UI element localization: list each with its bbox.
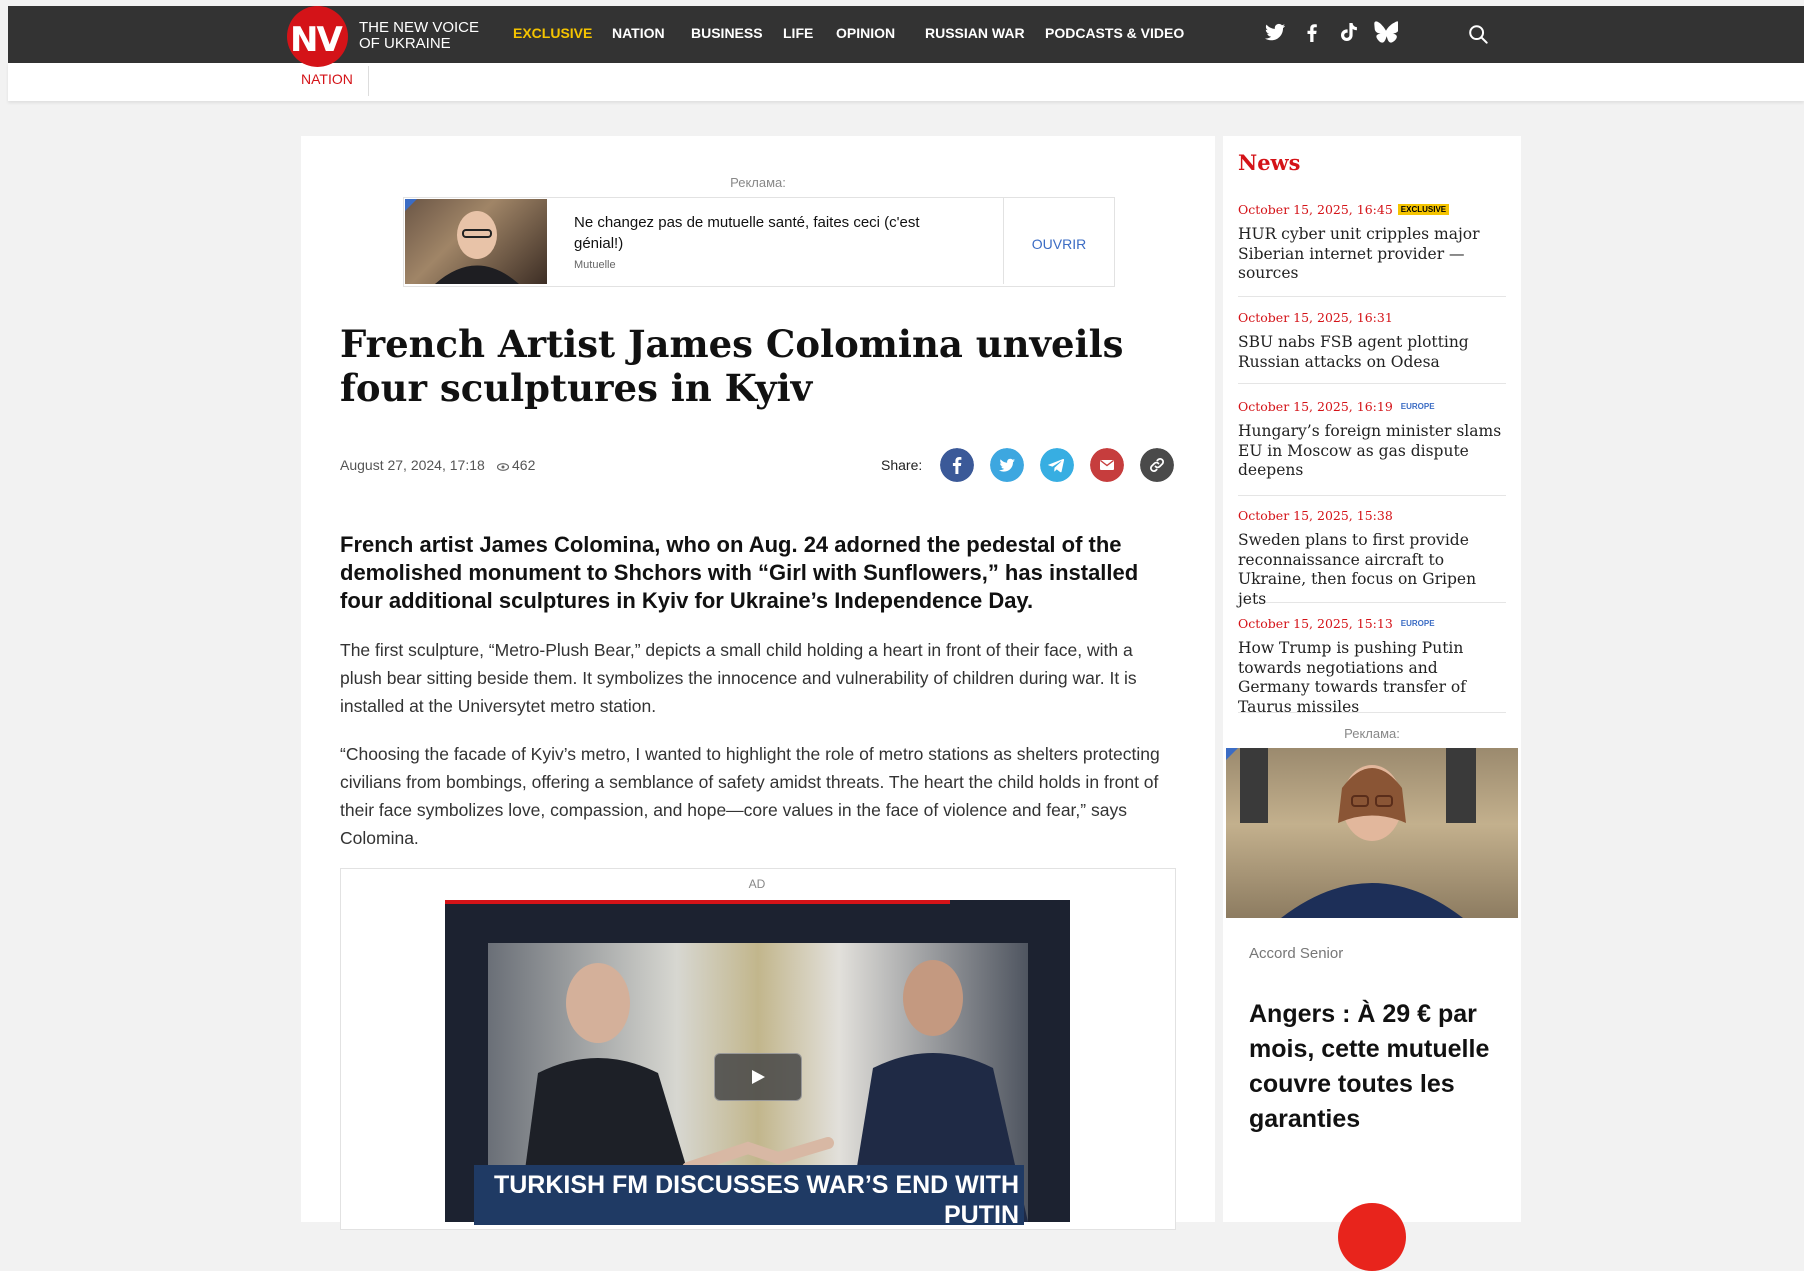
ad-divider: [1003, 198, 1004, 284]
facebook-icon[interactable]: [1300, 20, 1324, 44]
share-twitter-button[interactable]: [990, 448, 1024, 482]
eye-icon: [497, 463, 509, 471]
article-lead: French artist James Colomina, who on Aug…: [340, 532, 1139, 613]
news-time: October 15, 2025, 15:13: [1238, 616, 1393, 631]
top-navigation-bar: [8, 6, 1804, 63]
sidebar-ad-title[interactable]: Angers : À 29 € par mois, cette mutuelle…: [1249, 997, 1504, 1137]
article-date: August 27, 2024, 17:18: [340, 457, 485, 473]
share-email-button[interactable]: [1090, 448, 1124, 482]
view-count: 462: [512, 457, 536, 473]
article-paragraph-2: “Choosing the facade of Kyiv’s metro, I …: [340, 744, 1160, 848]
video-caption: TURKISH FM DISCUSSES WAR’S END WITH PUTI…: [493, 1171, 1019, 1229]
nav-nation[interactable]: NATION: [612, 25, 665, 41]
play-icon[interactable]: [715, 1054, 801, 1100]
sidebar-ad-source: Accord Senior: [1249, 945, 1344, 962]
news-time: October 15, 2025, 15:38: [1238, 508, 1393, 523]
news-headline[interactable]: Hungary’s foreign minister slams EU in M…: [1238, 422, 1506, 481]
sidebar-ad-label: Реклама:: [1344, 726, 1400, 741]
share-facebook-button[interactable]: [940, 448, 974, 482]
news-headline[interactable]: Sweden plans to first provide reconnaiss…: [1238, 531, 1506, 609]
news-tag-europe: EUROPE: [1400, 402, 1435, 411]
article-paragraph-1: The first sculpture, “Metro-Plush Bear,”…: [340, 640, 1137, 716]
sidebar-ad-person-illustration: [1226, 748, 1476, 918]
section-bar: [8, 63, 1804, 101]
ad-cta-button[interactable]: OUVRIR: [1005, 236, 1113, 252]
bluesky-icon[interactable]: [1374, 20, 1398, 44]
ad-title[interactable]: Ne changez pas de mutuelle santé, faites…: [574, 212, 964, 254]
news-headline[interactable]: SBU nabs FSB agent plotting Russian atta…: [1238, 333, 1506, 372]
sidebar-ad-image[interactable]: [1226, 748, 1518, 918]
news-time: October 15, 2025, 16:45: [1238, 202, 1393, 217]
ad-choices-icon[interactable]: [405, 199, 417, 211]
nav-exclusive[interactable]: EXCLUSIVE: [513, 25, 592, 41]
ad-source: Mutuelle: [574, 259, 616, 271]
ad-person-illustration: [405, 199, 519, 284]
logo-mark[interactable]: NV: [290, 20, 343, 60]
news-tag-europe: EUROPE: [1400, 619, 1435, 628]
ad-label: Реклама:: [730, 175, 786, 190]
news-item[interactable]: October 15, 2025, 16:19 EUROPE Hungary’s …: [1238, 399, 1506, 496]
news-headline[interactable]: How Trump is pushing Putin towards negot…: [1238, 639, 1506, 717]
nav-business[interactable]: BUSINESS: [691, 25, 763, 41]
news-item[interactable]: October 15, 2025, 16:31 SBU nabs FSB age…: [1238, 310, 1506, 384]
ad-image[interactable]: [405, 199, 547, 284]
search-icon[interactable]: [1467, 23, 1489, 45]
nav-life[interactable]: LIFE: [783, 25, 813, 41]
sidebar-news-title[interactable]: News: [1238, 150, 1300, 175]
logo-text[interactable]: THE NEW VOICE OF UKRAINE: [359, 20, 499, 52]
news-time: October 15, 2025, 16:31: [1238, 310, 1393, 325]
video-progress-bar[interactable]: [445, 900, 950, 904]
news-headline[interactable]: HUR cyber unit cripples major Siberian i…: [1238, 225, 1506, 284]
video-play-button[interactable]: [714, 1053, 802, 1101]
nav-russian-war[interactable]: RUSSIAN WAR: [925, 25, 1025, 41]
news-item[interactable]: October 15, 2025, 15:13 EUROPE How Trump …: [1238, 616, 1506, 716]
news-item[interactable]: October 15, 2025, 15:38 Sweden plans to …: [1238, 508, 1506, 608]
section-divider: [368, 66, 369, 96]
share-label: Share:: [881, 457, 923, 473]
news-item[interactable]: October 15, 2025, 16:45 EXCLUSIVE HUR cyb…: [1238, 202, 1506, 297]
section-label[interactable]: NATION: [301, 71, 353, 87]
ad-choices-icon[interactable]: [1226, 748, 1238, 760]
news-tag-exclusive: EXCLUSIVE: [1397, 204, 1450, 215]
news-time: October 15, 2025, 16:19: [1238, 399, 1393, 414]
article-headline: French Artist James Colomina unveils fou…: [340, 322, 1124, 410]
sidebar-ad-button[interactable]: [1338, 1203, 1406, 1271]
nav-podcasts-video[interactable]: PODCASTS & VIDEO: [1045, 25, 1184, 41]
share-telegram-button[interactable]: [1040, 448, 1074, 482]
twitter-icon[interactable]: [1263, 20, 1287, 44]
tiktok-icon[interactable]: [1336, 20, 1360, 44]
video-ad-label: AD: [748, 877, 766, 891]
nav-opinion[interactable]: OPINION: [836, 25, 895, 41]
share-copy-link-button[interactable]: [1140, 448, 1174, 482]
